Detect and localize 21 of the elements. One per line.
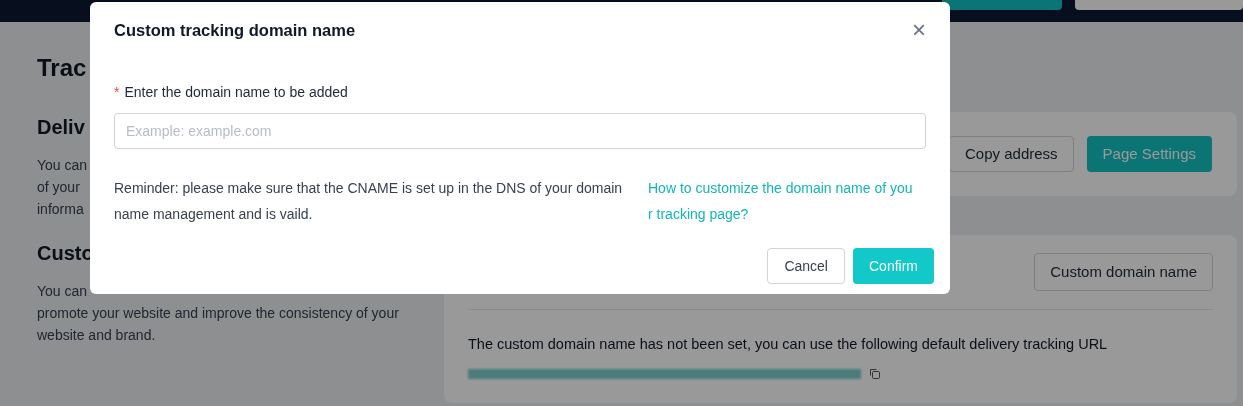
reminder-text: Reminder: please make sure that the CNAME is set up in the DNS of your domain name management and is vaild.: [114, 179, 624, 224]
section-text: website and brand.: [37, 326, 156, 345]
section-text: of your: [37, 178, 80, 197]
required-mark: *: [114, 83, 120, 102]
section-text: promote your website and improve the consistency of your: [37, 304, 399, 323]
section-heading: Deliv: [37, 115, 85, 140]
cancel-button[interactable]: Cancel: [767, 248, 845, 284]
close-button[interactable]: ×: [912, 18, 926, 42]
status-message: The custom domain name has not been set, you can use the following default delivery tracking URL: [468, 335, 1108, 354]
domain-input[interactable]: Example: example.com: [114, 113, 926, 149]
section-text: You can: [37, 282, 88, 301]
section-text: informa: [37, 200, 84, 219]
copy-icon[interactable]: [869, 368, 880, 379]
custom-domain-button[interactable]: Custom domain name: [1034, 253, 1213, 291]
help-link[interactable]: How to customize the domain name of your tracking page?: [648, 175, 916, 227]
field-label: Enter the domain name to be added: [124, 83, 348, 102]
dialog-title: Custom tracking domain name: [114, 19, 356, 41]
section-text: You can: [37, 156, 88, 175]
copy-address-button[interactable]: Copy address: [949, 136, 1074, 172]
header-button[interactable]: [942, 0, 1062, 10]
page-title: Trac: [37, 53, 87, 83]
